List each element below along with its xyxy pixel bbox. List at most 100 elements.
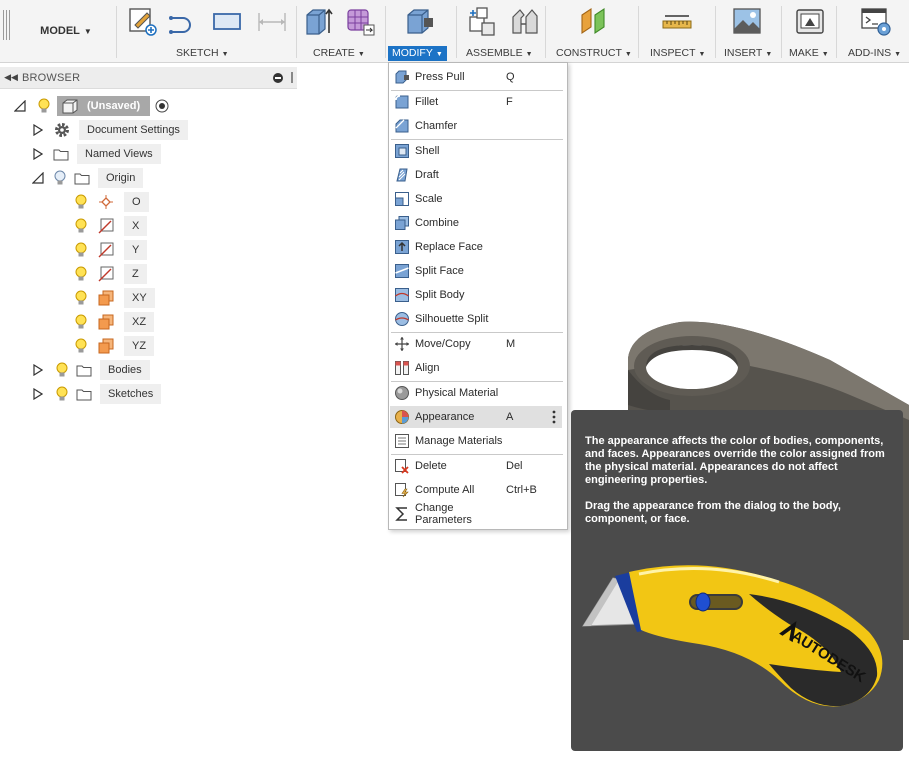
visibility-bulb-icon[interactable] (74, 242, 88, 258)
expand-triangle-icon[interactable] (31, 123, 45, 137)
menu-item-shell[interactable]: Shell (390, 140, 562, 162)
menu-item-draft[interactable]: Draft (390, 164, 562, 186)
pin-icon[interactable] (291, 72, 293, 83)
extrude-icon[interactable] (303, 5, 335, 39)
offset-plane-icon[interactable] (578, 5, 610, 39)
visibility-bulb-icon[interactable] (74, 338, 88, 354)
menu-item-delete[interactable]: Delete Del (390, 455, 562, 477)
visibility-bulb-icon[interactable] (37, 98, 51, 114)
menu-item-split-face[interactable]: Split Face (390, 260, 562, 282)
menu-item-fillet[interactable]: Fillet F (390, 91, 562, 113)
line-tool-icon[interactable] (167, 5, 199, 39)
tree-item-z-axis[interactable]: Z (74, 263, 147, 285)
menu-item-chamfer[interactable]: Chamfer (390, 115, 562, 137)
create-sketch-icon[interactable] (127, 5, 159, 39)
make-menu[interactable]: MAKE ▼ (789, 46, 829, 61)
tree-item-xy-plane[interactable]: XY (74, 287, 155, 309)
caret-down-icon: ▼ (357, 51, 365, 58)
tree-item-origin-point[interactable]: O (74, 191, 149, 213)
tree-item-xz-plane[interactable]: XZ (74, 311, 155, 333)
menu-item-physical-material[interactable]: Physical Material (390, 382, 562, 404)
divider (385, 6, 386, 58)
expand-triangle-icon[interactable] (31, 147, 45, 161)
tree-item-sketches[interactable]: Sketches (31, 383, 162, 405)
menu-item-label: Scale (415, 193, 443, 205)
tree-item-x-axis[interactable]: X (74, 215, 148, 237)
tree-label: XZ (124, 312, 155, 332)
expand-triangle-icon[interactable] (13, 99, 27, 113)
toolbar-grip[interactable] (6, 10, 7, 40)
visibility-bulb-icon[interactable] (74, 218, 88, 234)
folder-icon (74, 173, 90, 184)
workspace-dropdown[interactable]: MODEL ▼ (18, 0, 114, 62)
tree-label: Origin (98, 168, 144, 188)
rectangle-tool-icon[interactable] (211, 5, 243, 39)
visibility-bulb-icon[interactable] (53, 170, 67, 186)
toolbar-grip[interactable] (9, 10, 10, 40)
tree-item-named-views[interactable]: Named Views (31, 143, 161, 165)
joint-icon[interactable] (508, 5, 540, 39)
menu-item-silhouette-split[interactable]: Silhouette Split (390, 308, 562, 330)
add-ins-menu[interactable]: ADD-INS ▼ (848, 46, 901, 61)
menu-item-manage-materials[interactable]: Manage Materials (390, 430, 562, 452)
insert-image-icon[interactable] (731, 5, 763, 39)
expand-triangle-icon[interactable] (31, 363, 45, 377)
expand-triangle-icon[interactable] (31, 171, 45, 185)
3d-print-icon[interactable] (794, 5, 826, 39)
visibility-bulb-icon[interactable] (74, 194, 88, 210)
toolbar-grip[interactable] (3, 10, 4, 40)
tree-item-yz-plane[interactable]: YZ (74, 335, 155, 357)
activate-radio-icon[interactable] (155, 99, 169, 113)
collapse-panel-icon[interactable]: ◀◀ (0, 72, 22, 83)
menu-item-combine[interactable]: Combine (390, 212, 562, 234)
menu-item-label: Combine (415, 217, 460, 229)
change-parameters-icon (395, 507, 407, 521)
create-menu[interactable]: CREATE ▼ (313, 46, 365, 61)
form-icon[interactable] (345, 5, 377, 39)
menu-item-compute-all[interactable]: Compute All Ctrl+B (390, 479, 562, 501)
menu-item-appearance[interactable]: Appearance A (390, 406, 562, 428)
tree-item-y-axis[interactable]: Y (74, 239, 148, 261)
axis-icon (98, 218, 114, 234)
menu-item-label: Draft (415, 169, 439, 181)
new-component-icon[interactable] (464, 5, 496, 39)
more-options-icon[interactable] (552, 409, 556, 425)
menu-item-label: Align (415, 362, 440, 374)
root-label[interactable]: (Unsaved) (79, 96, 151, 116)
modify-menu[interactable]: MODIFY ▼ (388, 46, 447, 61)
expand-triangle-icon[interactable] (31, 387, 45, 401)
menu-item-label: Split Body (415, 289, 465, 301)
menu-item-change-parameters[interactable]: Change Parameters (390, 502, 562, 526)
minimize-icon[interactable] (273, 72, 283, 83)
tree-item-bodies[interactable]: Bodies (31, 359, 150, 381)
scripts-addins-icon[interactable] (860, 5, 892, 39)
menu-item-move-copy[interactable]: Move/Copy M (390, 333, 562, 355)
menu-item-press-pull[interactable]: Press Pull Q (390, 66, 562, 88)
menu-item-label: Chamfer (415, 120, 458, 132)
visibility-bulb-icon[interactable] (74, 290, 88, 306)
inspect-menu[interactable]: INSPECT ▼ (650, 46, 705, 61)
appearance-icon (395, 410, 409, 424)
tree-label: O (124, 192, 149, 212)
assemble-menu[interactable]: ASSEMBLE ▼ (466, 46, 533, 61)
menu-item-align[interactable]: Align (390, 357, 562, 379)
press-pull-icon[interactable] (404, 5, 436, 39)
insert-menu[interactable]: INSERT ▼ (724, 46, 772, 61)
divider (456, 6, 457, 58)
measure-icon[interactable] (661, 5, 693, 39)
visibility-bulb-icon[interactable] (55, 362, 69, 378)
construct-menu[interactable]: CONSTRUCT ▼ (556, 46, 632, 61)
menu-item-split-body[interactable]: Split Body (390, 284, 562, 306)
plane-icon (98, 314, 114, 330)
visibility-bulb-icon[interactable] (55, 386, 69, 402)
menu-item-scale[interactable]: Scale (390, 188, 562, 210)
dimension-tool-icon[interactable] (256, 5, 288, 39)
menu-item-label: Shell (415, 145, 440, 157)
tree-item-document-settings[interactable]: Document Settings (31, 119, 188, 141)
visibility-bulb-icon[interactable] (74, 266, 88, 282)
tree-item-origin[interactable]: Origin (31, 167, 144, 189)
sketch-menu[interactable]: SKETCH ▼ (176, 46, 229, 61)
visibility-bulb-icon[interactable] (74, 314, 88, 330)
align-icon (395, 361, 409, 375)
menu-item-replace-face[interactable]: Replace Face (390, 236, 562, 258)
